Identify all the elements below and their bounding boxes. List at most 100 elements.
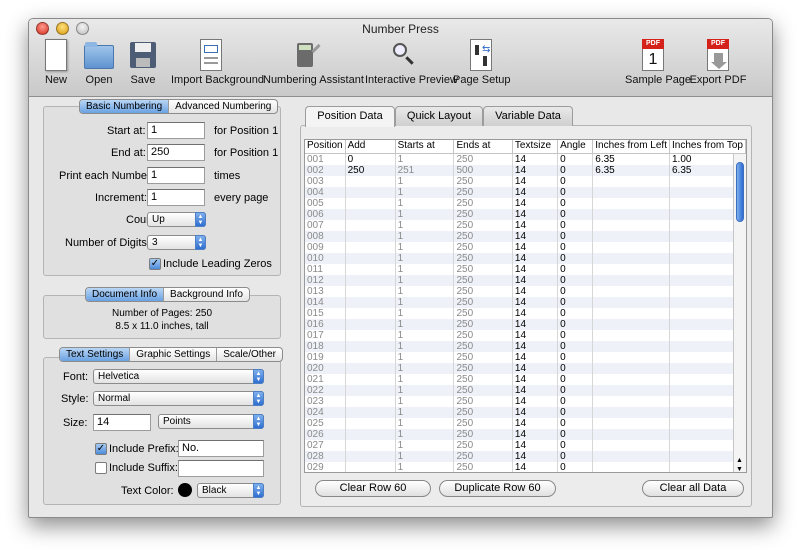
table-cell[interactable] — [592, 340, 670, 352]
table-cell[interactable]: 14 — [512, 208, 559, 220]
table-cell[interactable]: 0 — [557, 362, 594, 374]
open-button[interactable]: Open — [81, 39, 117, 86]
table-cell[interactable] — [345, 417, 396, 429]
table-cell[interactable]: 14 — [512, 329, 559, 341]
tab-basic-numbering[interactable]: Basic Numbering — [80, 100, 170, 113]
table-row[interactable]: 002 250 251 500 14 0 6.35 6.35 — [305, 164, 746, 176]
scroll-up-arrow-icon[interactable]: ▲ — [736, 457, 743, 464]
table-cell[interactable]: 250 — [453, 395, 513, 407]
table-cell[interactable]: 14 — [512, 241, 559, 253]
table-cell[interactable] — [592, 373, 670, 385]
table-row[interactable]: 004 1 250 14 0 — [305, 186, 746, 198]
count-select[interactable]: Up ▲ ▼ — [147, 212, 206, 227]
table-cell[interactable]: 250 — [453, 307, 513, 319]
table-cell[interactable]: 250 — [453, 340, 513, 352]
table-cell[interactable]: 1 — [395, 263, 455, 275]
text-color-select[interactable]: Black ▲ ▼ — [197, 483, 264, 498]
table-cell[interactable]: 14 — [512, 395, 559, 407]
table-cell[interactable]: 14 — [512, 362, 559, 374]
column-header[interactable]: Add — [345, 140, 396, 154]
table-cell[interactable]: 14 — [512, 461, 559, 472]
table-cell[interactable] — [345, 406, 396, 418]
table-row[interactable]: 028 1 250 14 0 — [305, 450, 746, 462]
table-cell[interactable]: 1 — [395, 428, 455, 440]
table-cell[interactable] — [592, 417, 670, 429]
tab-quick-layout[interactable]: Quick Layout — [395, 106, 483, 126]
table-cell[interactable]: 250 — [453, 274, 513, 286]
column-header[interactable]: Textsize — [512, 140, 559, 154]
table-cell[interactable] — [345, 241, 396, 253]
table-cell[interactable]: 025 — [305, 417, 346, 429]
table-cell[interactable]: 1 — [395, 153, 455, 165]
table-cell[interactable]: 14 — [512, 285, 559, 297]
table-cell[interactable]: 022 — [305, 384, 346, 396]
table-cell[interactable] — [345, 384, 396, 396]
table-cell[interactable]: 1 — [395, 208, 455, 220]
table-cell[interactable]: 1 — [395, 285, 455, 297]
table-cell[interactable]: 1 — [395, 197, 455, 209]
table-cell[interactable]: 250 — [453, 373, 513, 385]
table-cell[interactable] — [345, 230, 396, 242]
table-cell[interactable]: 1 — [395, 296, 455, 308]
column-header[interactable]: Starts at — [395, 140, 455, 154]
table-cell[interactable]: 007 — [305, 219, 346, 231]
size-input[interactable]: 14 — [93, 414, 151, 431]
table-cell[interactable]: 6.35 — [592, 164, 670, 176]
table-cell[interactable]: 14 — [512, 439, 559, 451]
table-cell[interactable]: 1 — [395, 473, 454, 474]
table-cell[interactable]: 0 — [557, 296, 594, 308]
tab-text-settings[interactable]: Text Settings — [60, 348, 131, 361]
table-cell[interactable]: 250 — [453, 351, 513, 363]
table-cell[interactable] — [592, 362, 670, 374]
table-cell[interactable]: 1 — [395, 274, 455, 286]
table-row[interactable]: 020 1 250 14 0 — [305, 362, 746, 374]
tab-variable-data[interactable]: Variable Data — [483, 106, 573, 126]
table-cell[interactable]: 250 — [453, 263, 513, 275]
table-row[interactable]: 008 1 250 14 0 — [305, 230, 746, 242]
table-cell[interactable]: 250 — [453, 285, 513, 297]
table-cell[interactable]: 250 — [453, 406, 513, 418]
table-cell[interactable]: 0 — [557, 274, 594, 286]
table-cell[interactable]: 003 — [305, 175, 346, 187]
table-cell[interactable] — [592, 285, 670, 297]
table-cell[interactable] — [592, 208, 670, 220]
table-cell[interactable]: 250 — [453, 450, 513, 462]
table-cell[interactable] — [592, 219, 670, 231]
table-row[interactable]: 015 1 250 14 0 — [305, 307, 746, 319]
table-row[interactable]: 021 1 250 14 0 — [305, 373, 746, 385]
table-cell[interactable] — [345, 307, 396, 319]
table-row[interactable]: 018 1 250 14 0 — [305, 340, 746, 352]
table-row[interactable]: 007 1 250 14 0 — [305, 219, 746, 231]
table-cell[interactable]: 6.35 — [592, 153, 670, 165]
table-cell[interactable] — [592, 450, 670, 462]
table-cell[interactable]: 011 — [305, 263, 346, 275]
table-cell[interactable]: 0 — [557, 340, 594, 352]
table-row[interactable]: 022 1 250 14 0 — [305, 384, 746, 396]
table-cell[interactable]: 14 — [512, 153, 559, 165]
column-header[interactable]: Position — [305, 140, 346, 154]
table-cell[interactable]: 250 — [453, 362, 513, 374]
table-cell[interactable] — [345, 428, 396, 440]
table-cell[interactable]: 0 — [557, 428, 594, 440]
duplicate-row-button[interactable]: Duplicate Row 60 — [439, 480, 556, 497]
table-cell[interactable]: 1 — [395, 450, 455, 462]
table-row[interactable]: 017 1 250 14 0 — [305, 329, 746, 341]
print-each-input[interactable]: 1 — [147, 167, 205, 184]
table-cell[interactable]: 1 — [395, 230, 455, 242]
table-cell[interactable]: 250 — [454, 473, 512, 474]
table-cell[interactable]: 14 — [512, 164, 559, 176]
table-cell[interactable]: 021 — [305, 373, 346, 385]
table-cell[interactable] — [592, 329, 670, 341]
table-row[interactable]: 012 1 250 14 0 — [305, 274, 746, 286]
table-cell[interactable]: 0 — [557, 241, 594, 253]
start-input[interactable]: 1 — [147, 122, 205, 139]
table-cell[interactable]: 1 — [395, 307, 455, 319]
table-cell[interactable] — [345, 208, 396, 220]
table-cell[interactable] — [592, 395, 670, 407]
tab-graphic-settings[interactable]: Graphic Settings — [130, 348, 218, 361]
table-cell[interactable] — [592, 307, 670, 319]
table-row[interactable]: 027 1 250 14 0 — [305, 439, 746, 451]
table-row[interactable]: 009 1 250 14 0 — [305, 241, 746, 253]
table-cell[interactable]: 250 — [453, 219, 513, 231]
table-row[interactable]: 010 1 250 14 0 — [305, 252, 746, 264]
